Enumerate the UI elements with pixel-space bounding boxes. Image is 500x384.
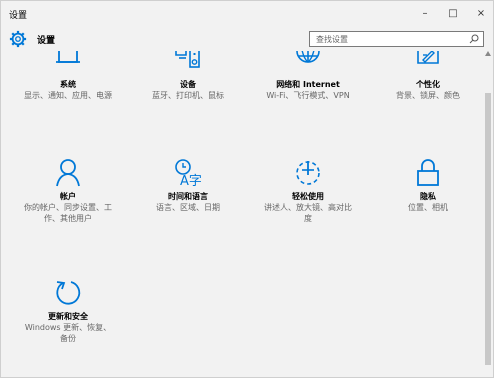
tile-subtitle: 位置、相机 (408, 203, 448, 212)
globe-icon (296, 51, 320, 63)
svg-text:A字: A字 (180, 174, 202, 187)
tile-subtitle: 显示、通知、应用、电源 (24, 91, 112, 100)
gear-icon (9, 30, 27, 48)
search-icon[interactable] (468, 33, 480, 45)
laptop-icon (56, 51, 80, 63)
tile-personalization[interactable]: 个性化 背景、锁屏、颜色 (373, 51, 481, 131)
tile-network[interactable]: 网络和 Internet Wi-Fi、飞行模式、VPN (253, 51, 363, 131)
ease-of-access-icon (296, 161, 320, 185)
tile-subtitle: Wi-Fi、飞行模式、VPN (266, 91, 350, 100)
devices-icon (175, 51, 200, 68)
scrollbar[interactable] (483, 51, 493, 375)
tile-title: 时间和语言 (168, 192, 208, 201)
settings-window: 设置 – □ × 设置 查找设置 系统 显示、通知、应用、电源 设备 蓝牙、打印… (0, 0, 494, 378)
tile-title: 隐私 (420, 192, 436, 201)
tile-accounts[interactable]: 帐户 你的帐户、同步设置、工作、其他用户 (13, 157, 123, 237)
tile-subtitle: 你的帐户、同步设置、工作、其他用户 (24, 203, 112, 223)
tile-subtitle: 讲述人、放大镜、高对比度 (264, 203, 352, 223)
personalization-icon (417, 51, 439, 64)
close-button[interactable]: × (471, 5, 491, 23)
header: 设置 查找设置 (1, 27, 493, 51)
minimize-button[interactable]: – (415, 5, 435, 23)
time-language-icon: A字 (175, 159, 202, 187)
scroll-up-icon[interactable] (485, 51, 491, 56)
tile-title: 设备 (180, 80, 196, 89)
tile-title: 个性化 (416, 80, 440, 89)
window-title: 设置 (9, 11, 28, 21)
lock-icon (417, 159, 439, 186)
tile-privacy[interactable]: 隐私 位置、相机 (373, 157, 481, 237)
tile-title: 系统 (60, 80, 76, 89)
scrollbar-thumb[interactable] (485, 93, 491, 365)
tile-subtitle: Windows 更新、恢复、备份 (24, 323, 112, 343)
tile-title: 更新和安全 (48, 312, 88, 321)
settings-grid: 系统 显示、通知、应用、电源 设备 蓝牙、打印机、鼠标 网络和 Internet (1, 51, 481, 377)
app-name: 设置 (37, 36, 56, 46)
tile-title: 轻松使用 (292, 192, 324, 201)
tile-subtitle: 背景、锁屏、颜色 (396, 91, 460, 100)
tile-title: 帐户 (60, 192, 76, 201)
update-icon (56, 281, 81, 305)
title-bar: 设置 – □ × (1, 1, 493, 27)
tile-update-security[interactable]: 更新和安全 Windows 更新、恢复、备份 (13, 277, 123, 357)
person-icon (56, 159, 80, 187)
tile-time-language[interactable]: A字 时间和语言 语言、区域、日期 (133, 157, 243, 237)
tile-system[interactable]: 系统 显示、通知、应用、电源 (13, 51, 123, 131)
tile-title: 网络和 Internet (276, 80, 340, 89)
maximize-button[interactable]: □ (443, 5, 463, 23)
tile-subtitle: 蓝牙、打印机、鼠标 (152, 91, 224, 100)
search-input[interactable]: 查找设置 (309, 31, 484, 47)
search-placeholder: 查找设置 (316, 35, 348, 44)
tile-ease-of-access[interactable]: 轻松使用 讲述人、放大镜、高对比度 (253, 157, 363, 237)
tile-subtitle: 语言、区域、日期 (156, 203, 220, 212)
tile-devices[interactable]: 设备 蓝牙、打印机、鼠标 (133, 51, 243, 131)
